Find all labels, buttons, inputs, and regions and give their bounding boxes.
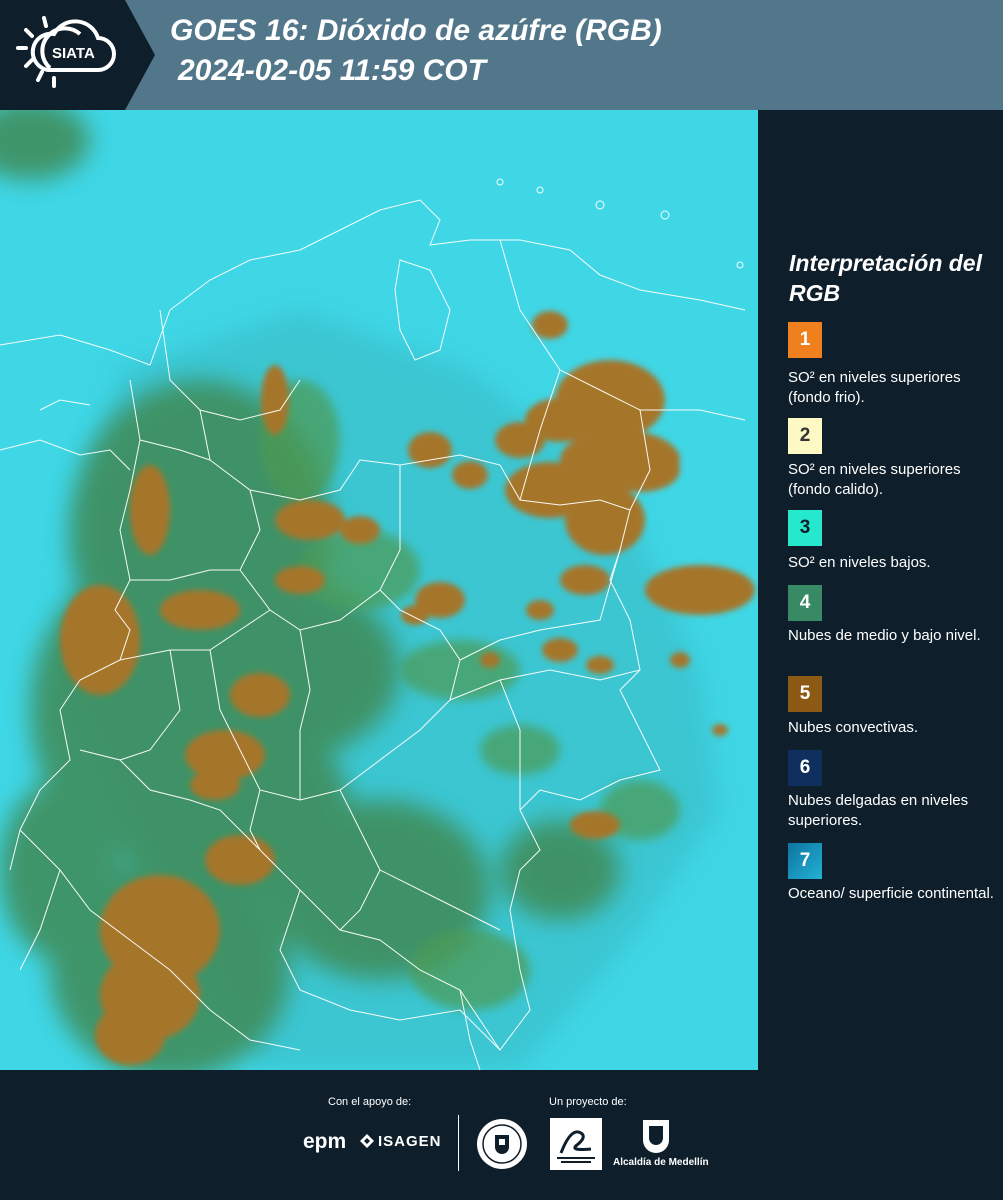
header-bar: SIATA GOES 16: Dióxido de azúfre (RGB) 2… [0, 0, 1003, 110]
medellin-seal-icon [477, 1119, 527, 1169]
support-label: Con el apoyo de: [328, 1096, 412, 1108]
alcaldia-label: Alcaldía de Medellín [613, 1157, 709, 1168]
legend-label-7: Oceano/ superficie continental. [788, 885, 994, 902]
legend-number: 1 [799, 329, 811, 350]
alcaldia-shield-icon [643, 1120, 669, 1153]
legend-number: 4 [799, 592, 811, 613]
legend-swatch-7: 7 [788, 843, 822, 879]
area-metropolitana-logo [550, 1118, 602, 1170]
project-label: Un proyecto de: [549, 1096, 627, 1108]
legend-label-6: Nubes delgadas en niveles superiores. [788, 792, 969, 829]
logo-text: SIATA [52, 45, 95, 62]
isagen-text: ISAGEN [378, 1133, 442, 1150]
legend-number: 3 [799, 517, 811, 538]
siata-logo: SIATA [0, 0, 155, 110]
satellite-map [0, 110, 758, 1070]
isagen-logo: ISAGEN [360, 1133, 442, 1150]
epm-logo: epm [303, 1130, 347, 1153]
legend-number: 2 [799, 425, 811, 446]
legend-swatch-3: 3 [788, 510, 822, 546]
legend-number: 6 [799, 757, 811, 778]
legend-label-3: SO² en niveles bajos. [788, 554, 931, 571]
legend-label-2: SO² en niveles superiores (fondo calido)… [788, 461, 961, 498]
isagen-mark-icon [360, 1134, 374, 1148]
legend-swatch-4: 4 [788, 585, 822, 621]
legend-number: 7 [799, 850, 811, 871]
footer-divider [458, 1115, 459, 1171]
footer-bar: Con el apoyo de: Un proyecto de: epm ISA… [0, 1070, 1003, 1200]
legend-label-4: Nubes de medio y bajo nivel. [788, 627, 981, 644]
legend-swatch-6: 6 [788, 750, 822, 786]
legend-panel: Interpretación del RGB 1 SO² en niveles … [760, 110, 1003, 1070]
timestamp: 2024-02-05 11:59 COT [178, 54, 486, 87]
legend-swatch-5: 5 [788, 676, 822, 712]
legend-label-5: Nubes convectivas. [788, 719, 919, 736]
legend-swatch-1: 1 [788, 322, 822, 358]
page-title: GOES 16: Dióxido de azúfre (RGB) [170, 14, 662, 47]
legend-swatch-2: 2 [788, 418, 822, 454]
legend-label-1: SO² en niveles superiores (fondo frio). [788, 369, 961, 406]
legend-number: 5 [799, 683, 811, 704]
legend-title: Interpretación del RGB [789, 250, 982, 306]
